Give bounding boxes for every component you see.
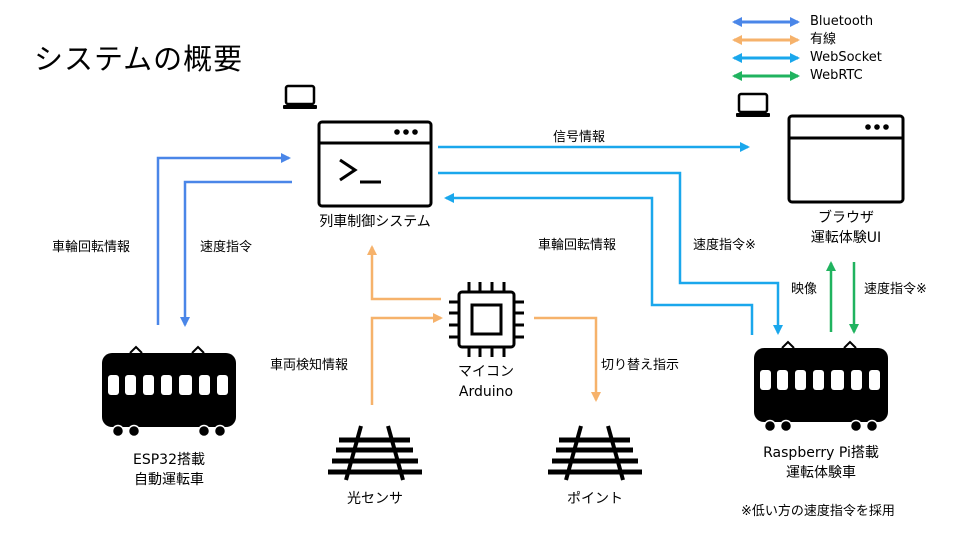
browser-label-line1: ブラウザ <box>818 210 874 226</box>
edge-label-switch-cmd: 切り替え指示 <box>601 358 680 373</box>
legend-label-wired: 有線 <box>810 32 837 47</box>
light-sensor-label: 光センサ <box>347 491 403 507</box>
laptop-icon <box>283 84 317 109</box>
esp-train-label-line1: ESP32搭載 <box>133 452 205 468</box>
edge-wired-to-control <box>367 245 441 301</box>
point-label: ポイント <box>567 491 623 507</box>
train-icon <box>102 345 236 438</box>
esp-train-label-line2: 自動運転車 <box>134 472 204 488</box>
edge-label-vehicle-detect: 車両検知情報 <box>270 358 349 373</box>
chip-icon <box>449 282 524 357</box>
laptop-icon <box>736 92 770 117</box>
browser-label: ブラウザ 運転体験UI <box>776 208 916 248</box>
edge-label-speed-cmd-left: 速度指令 <box>200 240 253 255</box>
esp-train-label: ESP32搭載 自動運転車 <box>99 450 239 490</box>
terminal-icon <box>317 120 433 208</box>
raspi-train-label-line2: 運転体験車 <box>786 465 856 481</box>
edge-label-wheel-rotation-right: 車輪回転情報 <box>538 238 617 253</box>
rail-track-icon <box>548 425 642 481</box>
browser-label-line2: 運転体験UI <box>810 230 882 246</box>
raspi-train-label: Raspberry Pi搭載 運転体験車 <box>741 443 901 483</box>
rail-track-icon <box>328 425 422 481</box>
legend <box>732 17 800 81</box>
microcontroller-label-line1: マイコン <box>458 364 514 380</box>
page-title: システムの概要 <box>34 42 244 76</box>
microcontroller-label-line2: Arduino <box>458 384 514 400</box>
legend-label-webrtc: WebRTC <box>810 68 863 83</box>
edge-label-speed-cmd-right: 速度指令※ <box>693 238 756 253</box>
legend-label-bluetooth: Bluetooth <box>810 14 874 29</box>
microcontroller-label: マイコン Arduino <box>426 362 546 402</box>
footnote: ※低い方の速度指令を採用 <box>741 504 895 519</box>
edge-label-video: 映像 <box>791 282 818 297</box>
edge-label-signal-info: 信号情報 <box>553 130 606 145</box>
train-icon <box>754 340 888 433</box>
legend-label-websocket: WebSocket <box>810 50 882 65</box>
browser-window-icon <box>787 114 905 204</box>
raspi-train-label-line1: Raspberry Pi搭載 <box>763 445 879 461</box>
train-control-label: 列車制御システム <box>319 214 431 230</box>
edge-label-wheel-rotation-left: 車輪回転情報 <box>52 240 131 255</box>
edge-label-speed-cmd-ui: 速度指令※ <box>864 282 927 297</box>
